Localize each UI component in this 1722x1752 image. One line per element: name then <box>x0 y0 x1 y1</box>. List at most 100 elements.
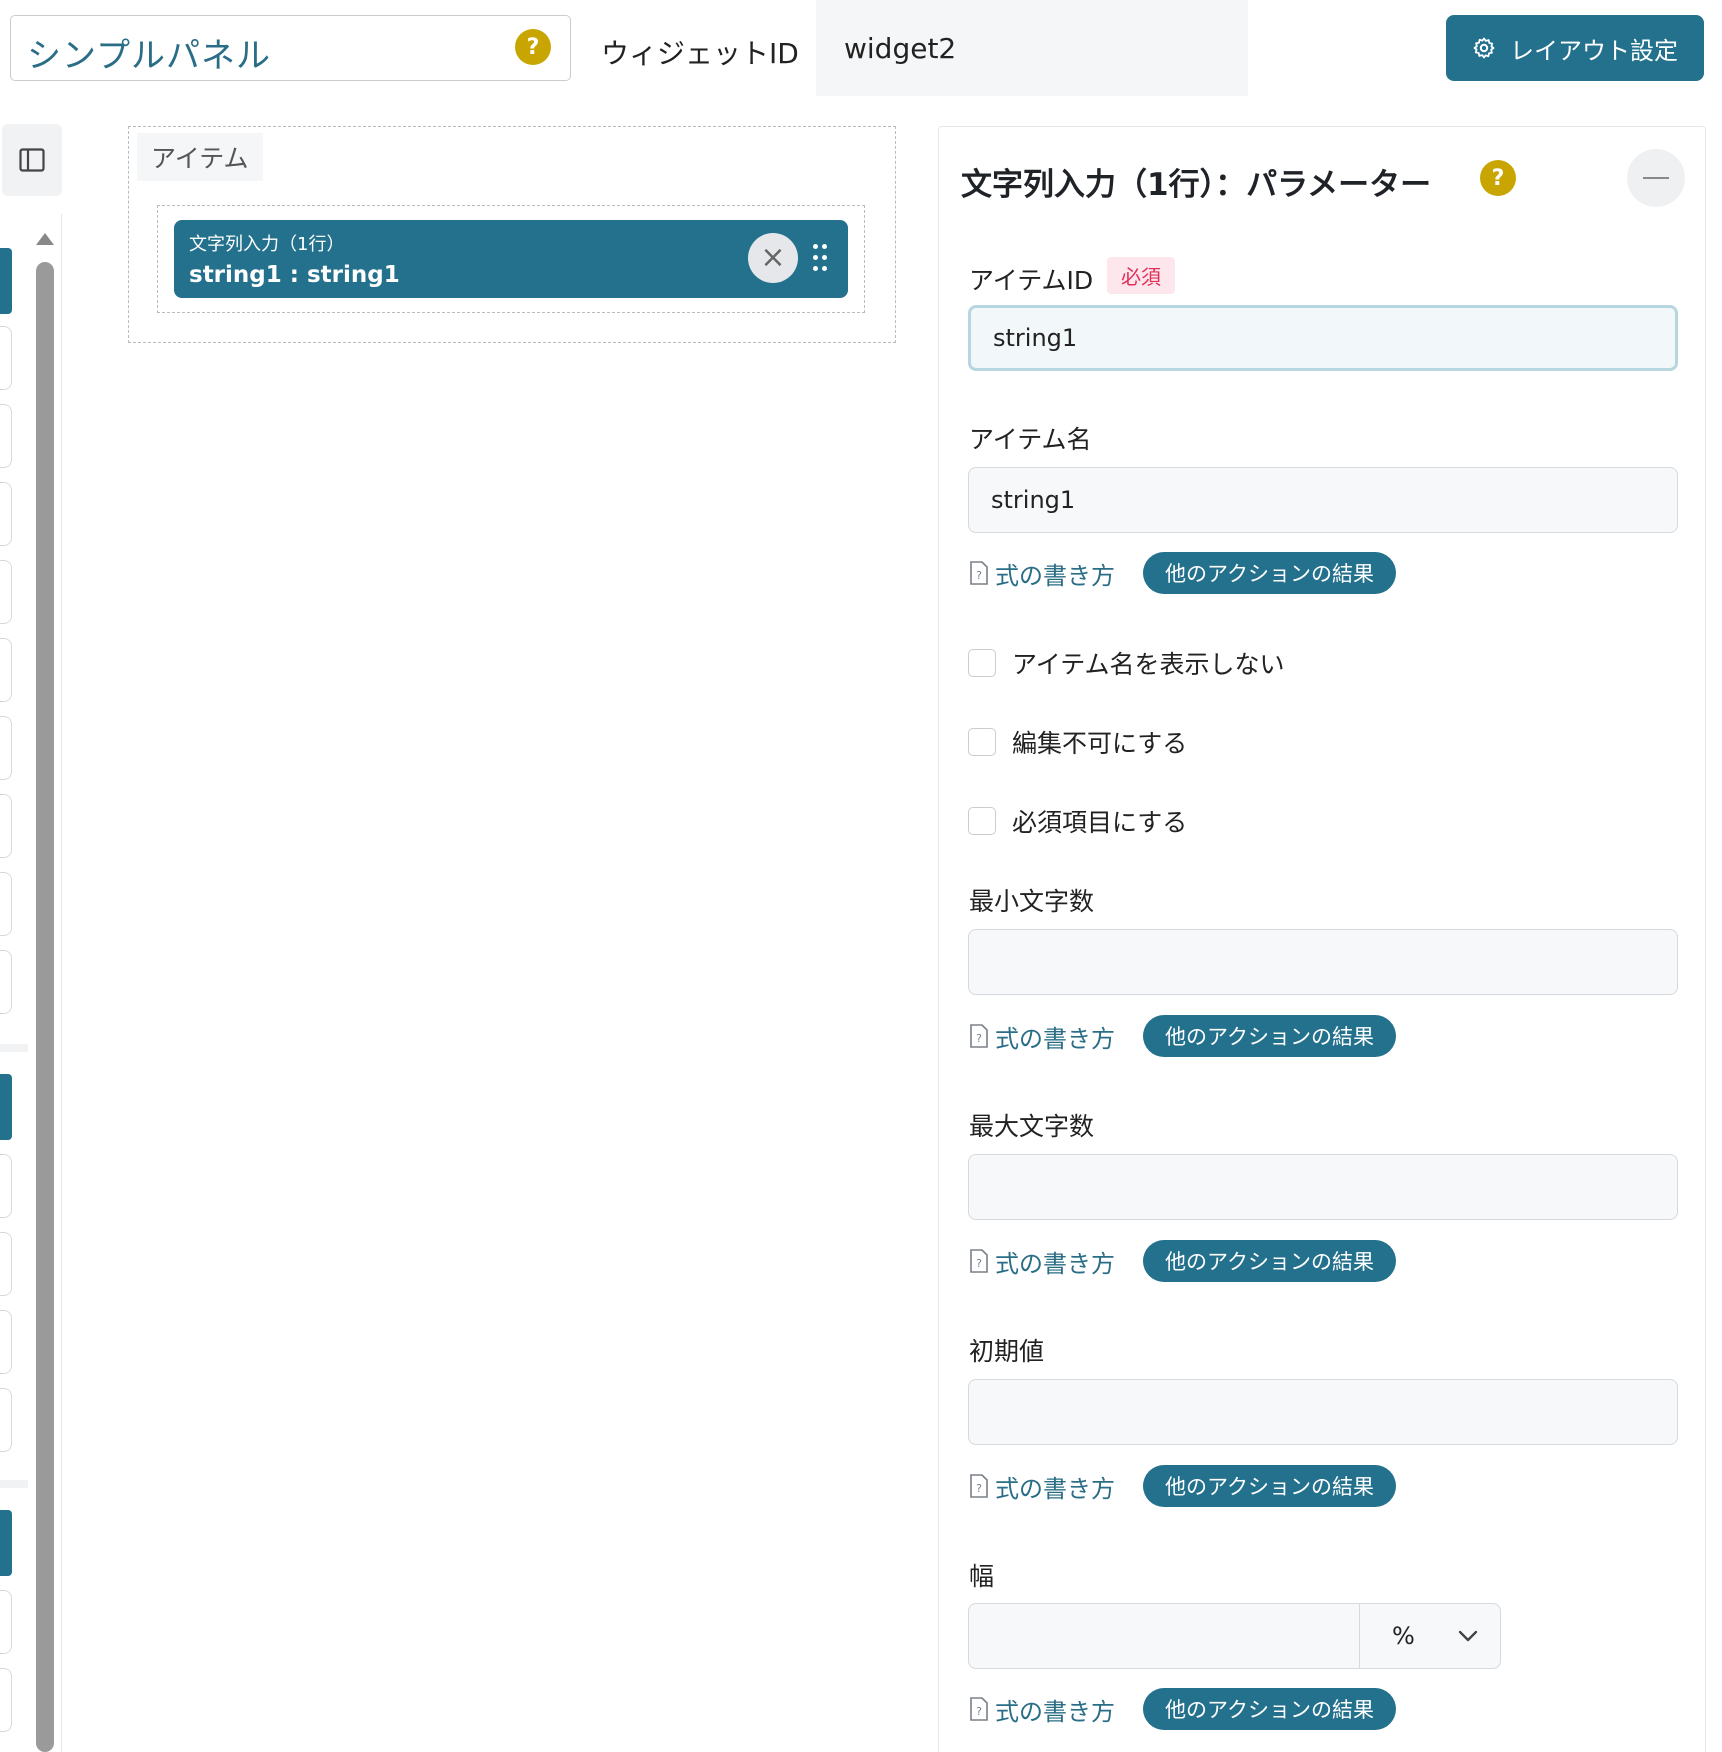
expression-help-link[interactable]: ? 式の書き方 <box>969 1692 1115 1727</box>
palette-item[interactable] <box>0 638 12 702</box>
width-input[interactable] <box>968 1603 1360 1669</box>
palette-category-tab[interactable] <box>0 248 12 314</box>
expression-help-link[interactable]: ? 式の書き方 <box>969 556 1115 591</box>
item-name-expr-row: ? 式の書き方 他のアクションの結果 <box>969 551 1396 595</box>
item-name-label: アイテム名 <box>969 425 1092 454</box>
required-checkbox[interactable] <box>968 807 996 835</box>
min-length-input[interactable] <box>968 929 1678 995</box>
other-action-result-button[interactable]: 他のアクションの結果 <box>1143 1465 1396 1507</box>
other-action-result-button[interactable]: 他のアクションの結果 <box>1143 552 1396 594</box>
panel-title-input[interactable]: シンプルパネル ? <box>10 15 571 81</box>
expression-help-label: 式の書き方 <box>995 1697 1115 1726</box>
svg-text:?: ? <box>976 1482 982 1495</box>
width-expr-row: ? 式の書き方 他のアクションの結果 <box>969 1687 1396 1731</box>
palette-item[interactable] <box>0 482 12 546</box>
palette-item[interactable] <box>0 326 12 390</box>
item-id-label: アイテムID <box>969 266 1094 295</box>
palette-item[interactable] <box>0 1310 12 1374</box>
document-help-icon: ? <box>970 1697 988 1721</box>
items-drop-zone[interactable]: 文字列入力（1行） string1 : string1 × <box>157 205 865 313</box>
layout-settings-button[interactable]: レイアウト設定 <box>1446 15 1704 81</box>
expression-help-link[interactable]: ? 式の書き方 <box>969 1244 1115 1279</box>
document-help-icon: ? <box>970 1249 988 1273</box>
items-container: アイテム 文字列入力（1行） string1 : string1 × <box>128 126 896 343</box>
expression-help-label: 式の書き方 <box>995 1474 1115 1503</box>
sidebar-panel-icon <box>19 148 45 172</box>
hide-item-name-checkbox-row[interactable]: アイテム名を表示しない <box>968 645 1285 681</box>
width-label: 幅 <box>969 1562 995 1591</box>
palette-item[interactable] <box>0 1590 12 1654</box>
item-id-input[interactable]: string1 <box>968 305 1678 371</box>
document-help-icon: ? <box>970 561 988 585</box>
expression-help-label: 式の書き方 <box>995 561 1115 590</box>
palette-divider <box>0 1044 28 1052</box>
chevron-down-icon <box>1458 1630 1478 1642</box>
expression-help-link[interactable]: ? 式の書き方 <box>969 1469 1115 1504</box>
panel-title-text: シンプルパネル <box>27 36 271 76</box>
gear-icon <box>1473 37 1495 59</box>
other-action-result-button[interactable]: 他のアクションの結果 <box>1143 1015 1396 1057</box>
drag-handle-icon[interactable] <box>813 244 827 274</box>
item-name-label: string1 : string1 <box>189 262 400 288</box>
hide-item-name-label: アイテム名を表示しない <box>1012 650 1285 679</box>
close-icon[interactable]: × <box>748 233 798 283</box>
expression-help-link[interactable]: ? 式の書き方 <box>969 1019 1115 1054</box>
other-action-result-button[interactable]: 他のアクションの結果 <box>1143 1688 1396 1730</box>
min-length-label: 最小文字数 <box>969 887 1095 916</box>
scroll-up-arrow-icon[interactable] <box>36 233 54 245</box>
palette-item[interactable] <box>0 1668 12 1732</box>
palette-item[interactable] <box>0 404 12 468</box>
palette-category-tab[interactable] <box>0 1074 12 1140</box>
readonly-checkbox[interactable] <box>968 728 996 756</box>
svg-text:?: ? <box>976 1032 982 1045</box>
collapse-button[interactable] <box>1627 149 1685 207</box>
readonly-checkbox-row[interactable]: 編集不可にする <box>968 724 1187 760</box>
width-unit-select[interactable]: % <box>1359 1603 1501 1669</box>
palette-item[interactable] <box>0 560 12 624</box>
required-label: 必須項目にする <box>1012 808 1188 837</box>
width-unit-value: % <box>1392 1622 1415 1650</box>
item-chip-string1[interactable]: 文字列入力（1行） string1 : string1 × <box>174 220 848 298</box>
item-type-label: 文字列入力（1行） <box>189 234 345 255</box>
palette-item[interactable] <box>0 1232 12 1296</box>
required-checkbox-row[interactable]: 必須項目にする <box>968 803 1187 839</box>
initial-value-input[interactable] <box>968 1379 1678 1445</box>
item-name-input[interactable]: string1 <box>968 467 1678 533</box>
widget-id-value: widget2 <box>844 32 957 65</box>
hide-item-name-checkbox[interactable] <box>968 649 996 677</box>
widget-id-label: ウィジェットID <box>601 37 799 70</box>
palette-item[interactable] <box>0 794 12 858</box>
svg-text:?: ? <box>976 1257 982 1270</box>
readonly-label: 編集不可にする <box>1012 729 1188 758</box>
sidebar-toggle-button[interactable] <box>2 124 62 196</box>
minus-icon <box>1643 177 1669 179</box>
initial-value-label: 初期値 <box>969 1337 1045 1366</box>
max-length-label: 最大文字数 <box>969 1112 1095 1141</box>
widget-id-field[interactable]: widget2 <box>816 0 1248 96</box>
document-help-icon: ? <box>970 1474 988 1498</box>
max-length-expr-row: ? 式の書き方 他のアクションの結果 <box>969 1239 1396 1283</box>
palette-item[interactable] <box>0 872 12 936</box>
help-icon[interactable]: ? <box>1480 160 1516 196</box>
other-action-result-button[interactable]: 他のアクションの結果 <box>1143 1240 1396 1282</box>
svg-text:?: ? <box>976 1705 982 1718</box>
max-length-input[interactable] <box>968 1154 1678 1220</box>
palette-item[interactable] <box>0 1154 12 1218</box>
layout-settings-label: レイアウト設定 <box>1510 36 1678 65</box>
help-icon[interactable]: ? <box>515 29 551 65</box>
parameter-panel: 文字列入力（1行）：パラメーター ? アイテムID 必須 string1 アイテ… <box>938 126 1706 1752</box>
items-section-label: アイテム <box>137 133 263 181</box>
min-length-expr-row: ? 式の書き方 他のアクションの結果 <box>969 1014 1396 1058</box>
palette-divider <box>0 1480 28 1488</box>
document-help-icon: ? <box>970 1024 988 1048</box>
palette-item[interactable] <box>0 716 12 780</box>
expression-help-label: 式の書き方 <box>995 1249 1115 1278</box>
palette-category-tab[interactable] <box>0 1510 12 1576</box>
expression-help-label: 式の書き方 <box>995 1024 1115 1053</box>
required-badge: 必須 <box>1107 257 1175 294</box>
initial-value-expr-row: ? 式の書き方 他のアクションの結果 <box>969 1464 1396 1508</box>
palette-item[interactable] <box>0 950 12 1014</box>
palette-scrollbar[interactable] <box>36 262 54 1752</box>
palette-item[interactable] <box>0 1388 12 1452</box>
parameter-panel-title: 文字列入力（1行）：パラメーター <box>961 167 1432 203</box>
